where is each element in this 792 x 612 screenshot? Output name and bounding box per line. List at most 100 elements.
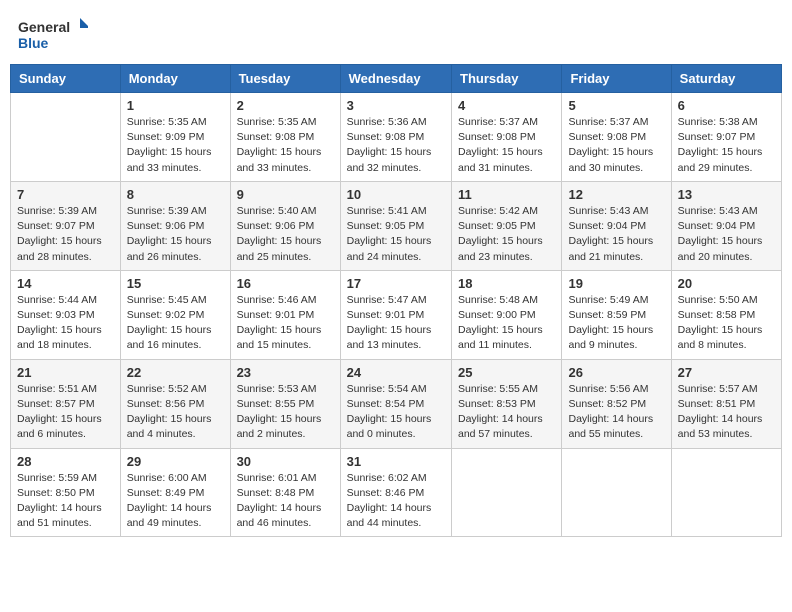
day-number: 3: [347, 98, 445, 113]
day-info: Sunrise: 5:35 AMSunset: 9:08 PMDaylight:…: [237, 115, 334, 176]
calendar-cell: 14 Sunrise: 5:44 AMSunset: 9:03 PMDayligh…: [11, 270, 121, 359]
calendar-cell: 19 Sunrise: 5:49 AMSunset: 8:59 PMDayligh…: [562, 270, 671, 359]
day-number: 16: [237, 276, 334, 291]
calendar-cell: 3 Sunrise: 5:36 AMSunset: 9:08 PMDaylight…: [340, 93, 451, 182]
calendar-table: SundayMondayTuesdayWednesdayThursdayFrid…: [10, 64, 782, 537]
calendar-cell: 18 Sunrise: 5:48 AMSunset: 9:00 PMDayligh…: [452, 270, 562, 359]
day-header-tuesday: Tuesday: [230, 65, 340, 93]
day-number: 9: [237, 187, 334, 202]
calendar-cell: 10 Sunrise: 5:41 AMSunset: 9:05 PMDayligh…: [340, 181, 451, 270]
day-info: Sunrise: 5:59 AMSunset: 8:50 PMDaylight:…: [17, 471, 114, 532]
day-number: 5: [568, 98, 664, 113]
day-info: Sunrise: 5:40 AMSunset: 9:06 PMDaylight:…: [237, 204, 334, 265]
day-info: Sunrise: 5:42 AMSunset: 9:05 PMDaylight:…: [458, 204, 555, 265]
calendar-cell: 31 Sunrise: 6:02 AMSunset: 8:46 PMDayligh…: [340, 448, 451, 537]
calendar-cell: 29 Sunrise: 6:00 AMSunset: 8:49 PMDayligh…: [120, 448, 230, 537]
day-number: 21: [17, 365, 114, 380]
day-number: 20: [678, 276, 775, 291]
calendar-cell: 17 Sunrise: 5:47 AMSunset: 9:01 PMDayligh…: [340, 270, 451, 359]
calendar-cell: 9 Sunrise: 5:40 AMSunset: 9:06 PMDaylight…: [230, 181, 340, 270]
day-info: Sunrise: 5:41 AMSunset: 9:05 PMDaylight:…: [347, 204, 445, 265]
day-header-saturday: Saturday: [671, 65, 781, 93]
svg-text:General: General: [18, 19, 70, 35]
day-info: Sunrise: 5:43 AMSunset: 9:04 PMDaylight:…: [678, 204, 775, 265]
calendar-cell: 4 Sunrise: 5:37 AMSunset: 9:08 PMDaylight…: [452, 93, 562, 182]
day-info: Sunrise: 5:53 AMSunset: 8:55 PMDaylight:…: [237, 382, 334, 443]
calendar-cell: 5Sunrise: 5:37 AMSunset: 9:08 PMDaylight…: [562, 93, 671, 182]
day-info: Sunrise: 5:37 AMSunset: 9:08 PMDaylight:…: [458, 115, 555, 176]
logo: General Blue: [18, 14, 88, 54]
day-info: Sunrise: 5:38 AMSunset: 9:07 PMDaylight:…: [678, 115, 775, 176]
day-number: 24: [347, 365, 445, 380]
logo-icon: General Blue: [18, 14, 88, 54]
day-info: Sunrise: 5:55 AMSunset: 8:53 PMDaylight:…: [458, 382, 555, 443]
calendar-cell: 15Sunrise: 5:45 AMSunset: 9:02 PMDayligh…: [120, 270, 230, 359]
calendar-cell: 20 Sunrise: 5:50 AMSunset: 8:58 PMDayligh…: [671, 270, 781, 359]
day-info: Sunrise: 5:56 AMSunset: 8:52 PMDaylight:…: [568, 382, 664, 443]
day-number: 8: [127, 187, 224, 202]
day-number: 26: [568, 365, 664, 380]
day-info: Sunrise: 5:48 AMSunset: 9:00 PMDaylight:…: [458, 293, 555, 354]
calendar-cell: [671, 448, 781, 537]
day-number: 15: [127, 276, 224, 291]
day-number: 22: [127, 365, 224, 380]
day-info: Sunrise: 5:49 AMSunset: 8:59 PMDaylight:…: [568, 293, 664, 354]
day-number: 19: [568, 276, 664, 291]
day-number: 18: [458, 276, 555, 291]
calendar-cell: 1 Sunrise: 5:35 AMSunset: 9:09 PMDaylight…: [120, 93, 230, 182]
svg-text:Blue: Blue: [18, 35, 49, 51]
day-number: 1: [127, 98, 224, 113]
calendar-cell: 22Sunrise: 5:52 AMSunset: 8:56 PMDayligh…: [120, 359, 230, 448]
day-info: Sunrise: 5:50 AMSunset: 8:58 PMDaylight:…: [678, 293, 775, 354]
calendar-cell: 21Sunrise: 5:51 AMSunset: 8:57 PMDayligh…: [11, 359, 121, 448]
day-number: 27: [678, 365, 775, 380]
week-row-4: 21Sunrise: 5:51 AMSunset: 8:57 PMDayligh…: [11, 359, 782, 448]
day-header-thursday: Thursday: [452, 65, 562, 93]
day-number: 2: [237, 98, 334, 113]
day-number: 14: [17, 276, 114, 291]
calendar-cell: 2 Sunrise: 5:35 AMSunset: 9:08 PMDaylight…: [230, 93, 340, 182]
calendar-cell: 11 Sunrise: 5:42 AMSunset: 9:05 PMDayligh…: [452, 181, 562, 270]
calendar-cell: 27 Sunrise: 5:57 AMSunset: 8:51 PMDayligh…: [671, 359, 781, 448]
day-number: 30: [237, 454, 334, 469]
calendar-cell: 12 Sunrise: 5:43 AMSunset: 9:04 PMDayligh…: [562, 181, 671, 270]
calendar-cell: [562, 448, 671, 537]
day-number: 6: [678, 98, 775, 113]
day-info: Sunrise: 5:46 AMSunset: 9:01 PMDaylight:…: [237, 293, 334, 354]
calendar-cell: [452, 448, 562, 537]
day-info: Sunrise: 5:44 AMSunset: 9:03 PMDaylight:…: [17, 293, 114, 354]
day-info: Sunrise: 6:00 AMSunset: 8:49 PMDaylight:…: [127, 471, 224, 532]
day-info: Sunrise: 5:36 AMSunset: 9:08 PMDaylight:…: [347, 115, 445, 176]
day-number: 31: [347, 454, 445, 469]
day-info: Sunrise: 5:39 AMSunset: 9:07 PMDaylight:…: [17, 204, 114, 265]
calendar-cell: 25Sunrise: 5:55 AMSunset: 8:53 PMDayligh…: [452, 359, 562, 448]
day-info: Sunrise: 6:02 AMSunset: 8:46 PMDaylight:…: [347, 471, 445, 532]
day-info: Sunrise: 5:57 AMSunset: 8:51 PMDaylight:…: [678, 382, 775, 443]
calendar-cell: 23Sunrise: 5:53 AMSunset: 8:55 PMDayligh…: [230, 359, 340, 448]
calendar-cell: 28 Sunrise: 5:59 AMSunset: 8:50 PMDayligh…: [11, 448, 121, 537]
calendar-cell: 8Sunrise: 5:39 AMSunset: 9:06 PMDaylight…: [120, 181, 230, 270]
day-number: 4: [458, 98, 555, 113]
day-number: 17: [347, 276, 445, 291]
calendar-cell: 7Sunrise: 5:39 AMSunset: 9:07 PMDaylight…: [11, 181, 121, 270]
calendar-cell: 16 Sunrise: 5:46 AMSunset: 9:01 PMDayligh…: [230, 270, 340, 359]
day-header-sunday: Sunday: [11, 65, 121, 93]
day-info: Sunrise: 5:43 AMSunset: 9:04 PMDaylight:…: [568, 204, 664, 265]
day-number: 29: [127, 454, 224, 469]
day-info: Sunrise: 5:35 AMSunset: 9:09 PMDaylight:…: [127, 115, 224, 176]
day-header-monday: Monday: [120, 65, 230, 93]
day-info: Sunrise: 6:01 AMSunset: 8:48 PMDaylight:…: [237, 471, 334, 532]
week-row-1: 1 Sunrise: 5:35 AMSunset: 9:09 PMDaylight…: [11, 93, 782, 182]
day-header-wednesday: Wednesday: [340, 65, 451, 93]
day-number: 12: [568, 187, 664, 202]
day-number: 10: [347, 187, 445, 202]
week-row-5: 28 Sunrise: 5:59 AMSunset: 8:50 PMDayligh…: [11, 448, 782, 537]
day-header-row: SundayMondayTuesdayWednesdayThursdayFrid…: [11, 65, 782, 93]
week-row-2: 7Sunrise: 5:39 AMSunset: 9:07 PMDaylight…: [11, 181, 782, 270]
week-row-3: 14 Sunrise: 5:44 AMSunset: 9:03 PMDayligh…: [11, 270, 782, 359]
calendar-cell: 24Sunrise: 5:54 AMSunset: 8:54 PMDayligh…: [340, 359, 451, 448]
calendar-cell: 30 Sunrise: 6:01 AMSunset: 8:48 PMDayligh…: [230, 448, 340, 537]
day-number: 11: [458, 187, 555, 202]
day-number: 28: [17, 454, 114, 469]
day-info: Sunrise: 5:47 AMSunset: 9:01 PMDaylight:…: [347, 293, 445, 354]
